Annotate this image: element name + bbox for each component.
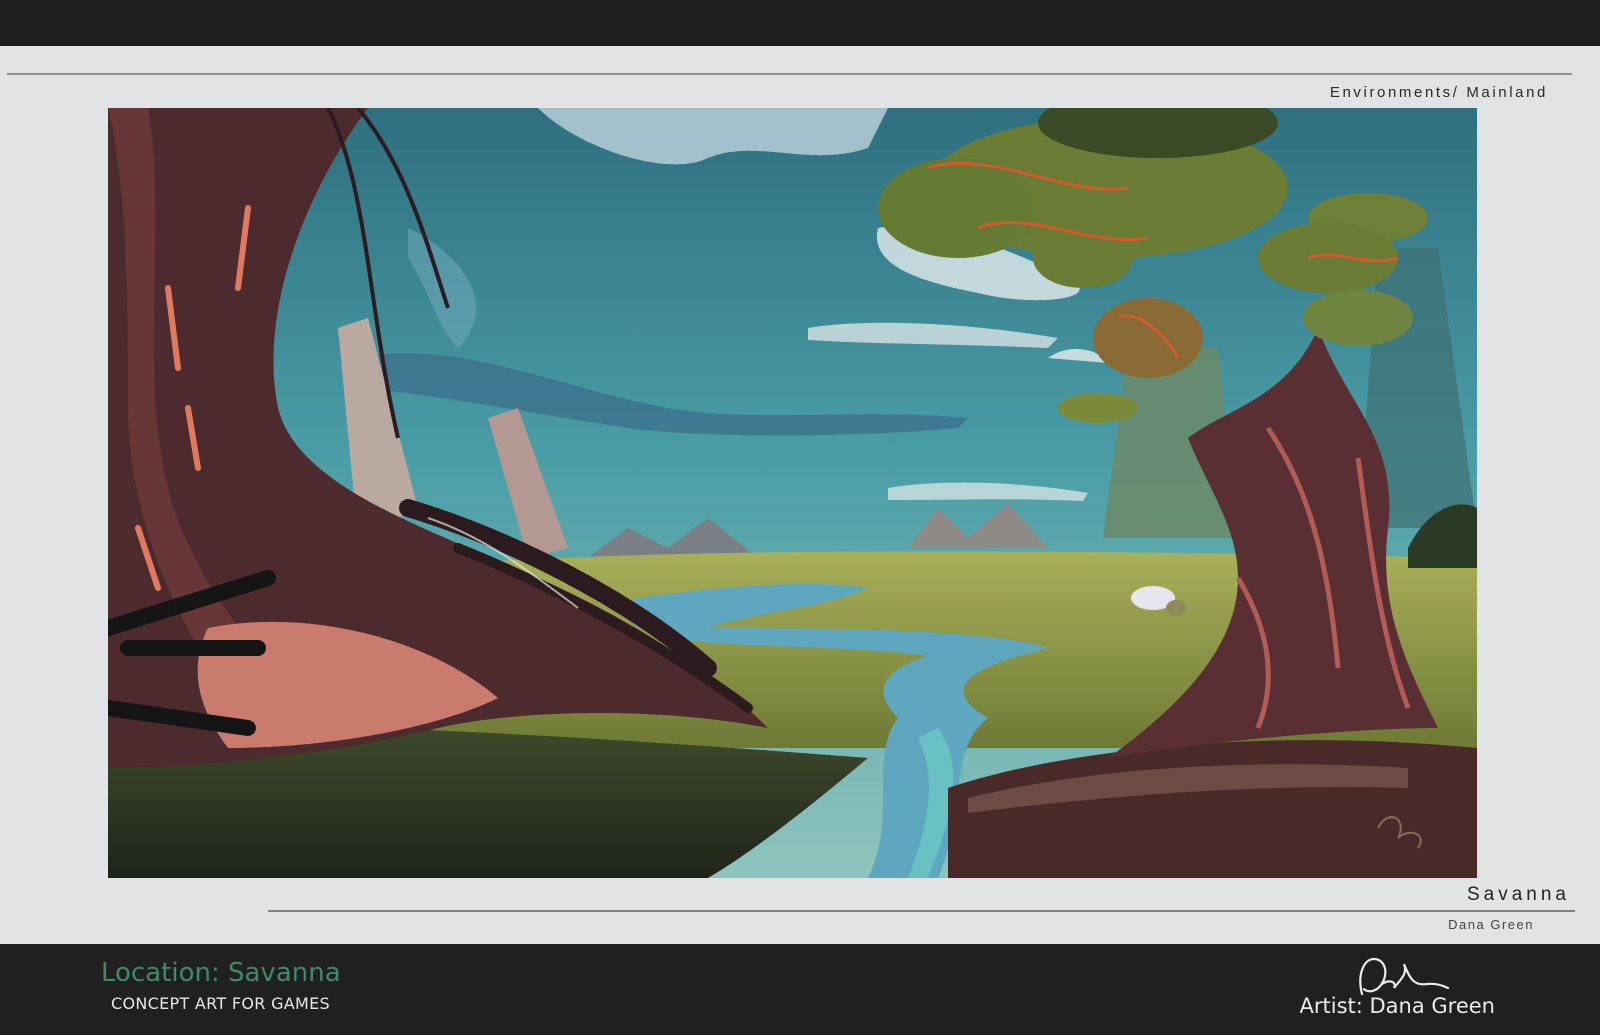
category-label: Environments/ Mainland [1329, 84, 1548, 101]
artwork-title: Savanna [1466, 884, 1570, 905]
location-heading: Location: Savanna [101, 958, 341, 988]
top-divider [7, 73, 1572, 75]
art-sheet: Environments/ Mainland Savanna Dana Gree… [0, 46, 1600, 944]
bottom-divider [268, 910, 1575, 912]
artist-credit: Artist: Dana Green [1299, 994, 1495, 1018]
artwork-artist: Dana Green [1448, 917, 1534, 932]
footer-subtitle: CONCEPT ART FOR GAMES [111, 994, 330, 1013]
top-bar [0, 0, 1600, 46]
footer-band: Location: Savanna CONCEPT ART FOR GAMES … [0, 944, 1600, 1035]
concept-artwork [108, 108, 1477, 878]
